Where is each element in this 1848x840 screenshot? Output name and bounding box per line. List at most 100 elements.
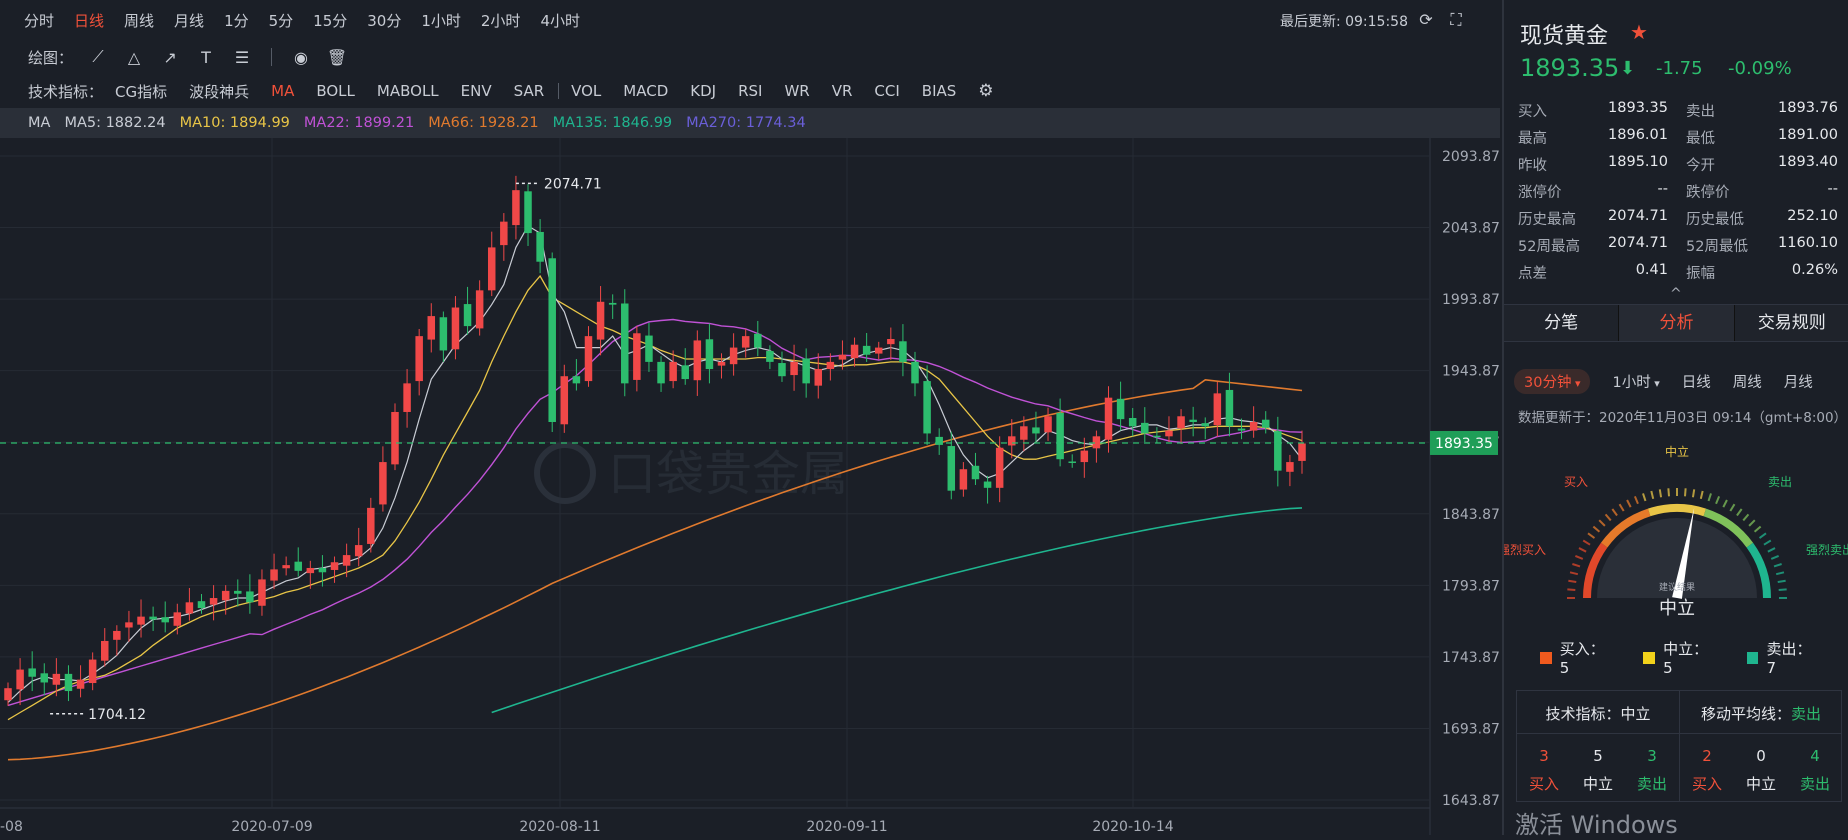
candle-body (959, 469, 968, 490)
indicator-tab[interactable]: CCI (874, 82, 899, 100)
quote-value: 1893.35 (1608, 100, 1668, 116)
candle-body (403, 383, 411, 412)
candle-body (463, 304, 472, 327)
candle-body (1153, 435, 1161, 438)
line-tool-icon[interactable]: ⟋ (87, 47, 109, 67)
refresh-icon[interactable]: ⟳ (1416, 10, 1436, 30)
candle-body (995, 447, 1004, 488)
gauge-tick (1777, 579, 1786, 584)
candle-body (911, 361, 919, 384)
analysis-timeframe[interactable]: 1小时 ▾ (1612, 371, 1659, 392)
gauge-tick (1775, 571, 1785, 576)
price-tick-label: 2043.87 (1442, 221, 1500, 237)
candle-body (947, 446, 956, 491)
indicator-tab[interactable]: RSI (738, 82, 762, 100)
candle-body (234, 590, 242, 594)
candle-body (693, 340, 702, 381)
quote-label: 52周最低 (1686, 239, 1748, 255)
chart-svg[interactable]: 2093.872043.871993.871943.871893.871843.… (0, 138, 1500, 835)
candle-body (40, 673, 49, 683)
indicator-tab[interactable]: MA (271, 82, 294, 100)
candle-body (1032, 427, 1040, 434)
candle-body (1020, 426, 1028, 440)
summary-count-label: 卖出 (1636, 775, 1667, 793)
candlestick-chart[interactable]: 2093.872043.871993.871943.871893.871843.… (0, 138, 1500, 835)
analysis-timeframe[interactable]: 30分钟 ▾ (1514, 368, 1591, 394)
candle-body (560, 376, 569, 425)
gauge-tick (1658, 489, 1663, 498)
legend-swatch (1643, 651, 1656, 664)
panel-tab[interactable]: 分析 (1619, 305, 1735, 341)
arrow-tool-icon[interactable]: ↗ (159, 48, 181, 67)
indicator-tab[interactable]: BOLL (316, 82, 355, 100)
trash-icon[interactable]: 🗑 (326, 48, 348, 67)
indicator-tab[interactable]: VR (832, 82, 853, 100)
timeframe-tab[interactable]: 2小时 (481, 10, 521, 31)
quote-label: 最低 (1686, 131, 1715, 147)
quote-row: 点差 0.41 振幅 0.26% (1504, 258, 1848, 285)
timeframe-tab[interactable]: 30分 (367, 10, 401, 31)
text-tool-icon[interactable]: T (195, 48, 217, 67)
legend-item: 卖出：7 (1746, 638, 1820, 677)
candle-body (391, 411, 399, 465)
candle-body (173, 612, 182, 626)
candle-body (342, 555, 351, 566)
candle-body (500, 221, 508, 246)
legend-label: 买入：5 (1559, 640, 1605, 677)
analysis-timeframe[interactable]: 月线 (1784, 371, 1813, 392)
candle-body (669, 361, 677, 382)
indicator-tab[interactable]: WR (784, 82, 809, 100)
panel-tab[interactable]: 交易规则 (1734, 305, 1848, 341)
indicator-tab[interactable]: BIAS (922, 82, 957, 100)
indicator-tab[interactable]: SAR (514, 82, 544, 100)
timeframe-tab[interactable]: 1小时 (421, 10, 461, 31)
timeframe-tab[interactable]: 日线 (74, 10, 104, 31)
quote-row: 52周最高 2074.71 52周最低 1160.10 (1504, 231, 1848, 258)
gauge-tick (1778, 588, 1787, 591)
timeframe-tab[interactable]: 5分 (269, 10, 294, 31)
fib-tool-icon[interactable]: ☰ (231, 48, 253, 67)
chevron-down-icon[interactable]: ▾ (1571, 377, 1581, 390)
indicator-tab[interactable]: KDJ (690, 82, 716, 100)
chevron-down-icon[interactable]: ▾ (1651, 377, 1660, 390)
indicator-tab[interactable]: VOL (571, 82, 601, 100)
quote-label: 买入 (1518, 104, 1547, 120)
summary-title: 技术指标：中立 (1517, 703, 1679, 724)
gauge-arc (1647, 504, 1707, 517)
candle-body (1237, 428, 1246, 431)
candle-body (258, 579, 266, 606)
indicator-tab[interactable]: MABOLL (377, 82, 439, 100)
gauge-tick (1715, 495, 1721, 505)
star-icon[interactable]: ★ (1630, 20, 1648, 44)
summary-count: 5 (1593, 747, 1603, 765)
quote-value: -- (1827, 181, 1838, 197)
quote-value: 252.10 (1787, 208, 1838, 224)
timeframe-tab[interactable]: 15分 (313, 10, 347, 31)
candle-body (681, 365, 689, 380)
indicator-tab[interactable]: CG指标 (115, 81, 167, 102)
panel-tab[interactable]: 分笔 (1504, 305, 1620, 341)
quote-label: 历史最低 (1686, 212, 1744, 228)
timeframe-tab[interactable]: 1分 (224, 10, 249, 31)
gauge-label: 强烈买入 (1504, 543, 1546, 557)
analysis-timeframe[interactable]: 周线 (1733, 371, 1762, 392)
time-tick-label: 2020-09-11 (806, 819, 887, 835)
candle-body (657, 361, 665, 384)
gear-icon[interactable]: ⚙ (978, 81, 993, 101)
analysis-timeframe[interactable]: 日线 (1682, 371, 1711, 392)
timeframe-tab[interactable]: 月线 (174, 10, 204, 31)
triangle-tool-icon[interactable]: △ (123, 48, 145, 67)
indicator-tab[interactable]: 波段神兵 (189, 81, 249, 102)
candle-body (475, 290, 484, 329)
candle-body (802, 358, 810, 384)
timeframe-tab[interactable]: 4小时 (540, 10, 580, 31)
indicator-tab[interactable]: ENV (461, 82, 492, 100)
eye-icon[interactable]: ◉ (290, 48, 312, 67)
timeframe-tab[interactable]: 分时 (24, 10, 54, 31)
gauge-label: 买入 (1564, 475, 1588, 489)
collapse-caret-icon[interactable]: ^ (1670, 286, 1682, 302)
fullscreen-icon[interactable]: ⛶ (1446, 10, 1466, 30)
timeframe-tab[interactable]: 周线 (124, 10, 154, 31)
indicator-tab[interactable]: MACD (623, 82, 668, 100)
gauge-tick (1753, 525, 1762, 533)
